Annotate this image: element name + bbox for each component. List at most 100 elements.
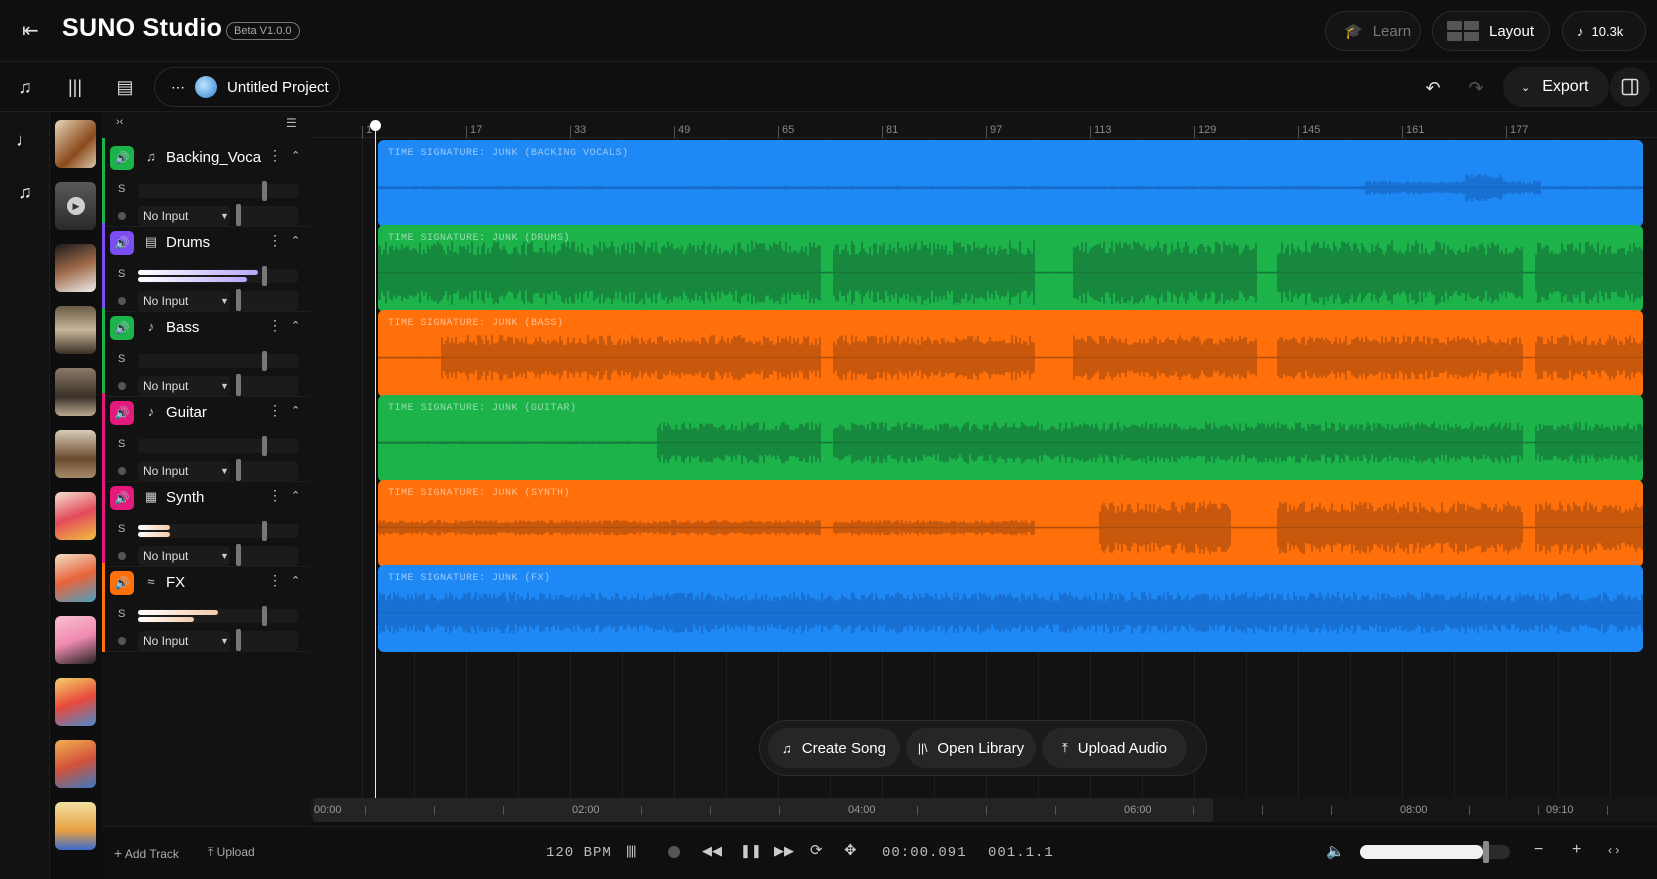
record-arm-icon[interactable] [118, 637, 126, 645]
fader-knob[interactable] [262, 181, 267, 201]
song-thumbnail[interactable] [55, 492, 96, 540]
credits-button[interactable]: ♪ 10.3k [1562, 11, 1646, 51]
song-thumbnail[interactable] [55, 802, 96, 850]
chevron-up-icon[interactable]: ⌃ [291, 319, 300, 332]
bpm-display[interactable]: 120 BPM [546, 845, 612, 861]
volume-fader[interactable] [138, 181, 298, 201]
open-library-button[interactable]: ||\ Open Library [906, 728, 1036, 768]
collapse-icon[interactable]: ›‹ [116, 116, 123, 128]
record-arm-icon[interactable] [118, 552, 126, 560]
pause-icon[interactable]: ❚❚ [740, 843, 762, 859]
mute-speaker-icon[interactable]: 🔊 [110, 571, 134, 595]
track-header[interactable]: 🔊 ≈ FX ⋮ ⌃ S No Input ▼ [102, 563, 310, 652]
toggle-panel-button[interactable] [1610, 67, 1650, 107]
more-vertical-icon[interactable]: ⋮ [268, 402, 282, 419]
fader-knob[interactable] [262, 436, 267, 456]
metronome-icon[interactable]: |||| [626, 843, 636, 858]
record-arm-icon[interactable] [118, 212, 126, 220]
song-thumbnail[interactable] [55, 740, 96, 788]
more-vertical-icon[interactable]: ⋮ [268, 232, 282, 249]
create-music-icon[interactable]: ♫ [2, 64, 48, 110]
solo-button[interactable]: S [118, 608, 125, 620]
track-header[interactable]: 🔊 ♪ Bass ⋮ ⌃ S No Input ▼ [102, 308, 310, 397]
library-icon[interactable]: ||| [52, 64, 98, 110]
chevron-up-icon[interactable]: ⌃ [291, 149, 300, 162]
arrangement-timeline[interactable]: 1 17 33 49 65 81 97 113 129 145 161 177 TIME SIGNAT… [310, 112, 1657, 798]
volume-fader[interactable] [138, 351, 298, 371]
play-icon[interactable]: ▶ [67, 197, 85, 215]
mute-speaker-icon[interactable]: 🔊 [110, 401, 134, 425]
zoom-in-icon[interactable]: + [1572, 841, 1581, 859]
track-header[interactable]: 🔊 ♪ Guitar ⋮ ⌃ S No Input ▼ [102, 393, 310, 482]
track-name[interactable]: Drums [166, 234, 262, 251]
fader-knob[interactable] [262, 351, 267, 371]
song-thumbnail[interactable] [55, 678, 96, 726]
timeline-overview[interactable]: 00:00 02:00 04:00 06:00 08:00 09:10 [310, 798, 1657, 822]
pan-knob[interactable] [236, 629, 241, 651]
song-thumbnail[interactable] [55, 244, 96, 292]
snap-icon[interactable]: ✥ [844, 841, 857, 859]
redo-icon[interactable]: ↷ [1460, 72, 1492, 104]
back-arrow-icon[interactable]: ⇤ [22, 18, 48, 44]
volume-fader[interactable] [138, 266, 298, 286]
solo-button[interactable]: S [118, 438, 125, 450]
input-select[interactable]: No Input [138, 631, 230, 651]
rewind-icon[interactable]: ◀◀ [702, 843, 722, 859]
undo-icon[interactable]: ↶ [1417, 72, 1449, 104]
fast-forward-icon[interactable]: ▶▶ [774, 843, 794, 859]
chevron-up-icon[interactable]: ⌃ [291, 404, 300, 417]
track-name[interactable]: Bass [166, 319, 262, 336]
overview-viewport[interactable] [313, 798, 1213, 822]
song-thumbnail[interactable] [55, 120, 96, 168]
song-thumbnail[interactable] [55, 368, 96, 416]
audio-clip[interactable]: TIME SIGNATURE: JUNK (DRUMS) [378, 225, 1643, 312]
playhead-handle[interactable] [370, 120, 381, 131]
audio-clip[interactable]: TIME SIGNATURE: JUNK (SYNTH) [378, 480, 1643, 567]
fader-knob[interactable] [262, 521, 267, 541]
record-arm-icon[interactable] [118, 467, 126, 475]
pan-slider[interactable] [240, 631, 298, 651]
mute-speaker-icon[interactable]: 🔊 [110, 146, 134, 170]
record-icon[interactable] [668, 846, 680, 858]
learn-button[interactable]: 🎓 Learn [1325, 11, 1421, 51]
volume-fader[interactable] [138, 521, 298, 541]
record-arm-icon[interactable] [118, 382, 126, 390]
song-thumbnail[interactable] [55, 554, 96, 602]
audio-clip[interactable]: TIME SIGNATURE: JUNK (BACKING VOCALS) [378, 140, 1643, 227]
master-volume-knob[interactable] [1483, 841, 1489, 863]
mute-speaker-icon[interactable]: 🔊 [110, 486, 134, 510]
track-header[interactable]: 🔊 ▤ Drums ⋮ ⌃ S No Input ▼ [102, 223, 310, 312]
audio-clip[interactable]: TIME SIGNATURE: JUNK (GUITAR) [378, 395, 1643, 482]
add-track-button[interactable]: + Add Track [114, 845, 179, 861]
track-header[interactable]: 🔊 ▦ Synth ⋮ ⌃ S No Input ▼ [102, 478, 310, 567]
track-name[interactable]: Guitar [166, 404, 262, 421]
list-settings-icon[interactable]: ☰ [286, 116, 297, 130]
export-button[interactable]: ⌄ Export [1503, 67, 1609, 107]
music-note-icon[interactable]: ♩ [14, 130, 36, 152]
more-vertical-icon[interactable]: ⋮ [268, 487, 282, 504]
volume-fader[interactable] [138, 436, 298, 456]
layout-button[interactable]: Layout [1432, 11, 1550, 51]
project-selector[interactable]: ⋯ Untitled Project [154, 67, 340, 107]
record-arm-icon[interactable] [118, 297, 126, 305]
volume-fader[interactable] [138, 606, 298, 626]
solo-button[interactable]: S [118, 523, 125, 535]
chevron-up-icon[interactable]: ⌃ [291, 234, 300, 247]
list-view-icon[interactable]: ▤ [102, 64, 148, 110]
song-thumbnail[interactable] [55, 430, 96, 478]
fader-knob[interactable] [262, 606, 267, 626]
solo-button[interactable]: S [118, 353, 125, 365]
audio-clip[interactable]: TIME SIGNATURE: JUNK (BASS) [378, 310, 1643, 397]
solo-button[interactable]: S [118, 268, 125, 280]
chevron-up-icon[interactable]: ⌃ [291, 489, 300, 502]
mute-speaker-icon[interactable]: 🔊 [110, 231, 134, 255]
solo-button[interactable]: S [118, 183, 125, 195]
double-note-icon[interactable]: ♫ [14, 182, 36, 204]
fader-knob[interactable] [262, 266, 267, 286]
song-thumbnail[interactable] [55, 306, 96, 354]
track-header[interactable]: 🔊 ♫ Backing_Vocals ⋮ ⌃ S No Input ▼ [102, 138, 310, 227]
more-vertical-icon[interactable]: ⋮ [268, 572, 282, 589]
playhead[interactable] [375, 120, 376, 798]
upload-button[interactable]: ⤒ Upload [208, 845, 255, 860]
track-name[interactable]: FX [166, 574, 262, 591]
